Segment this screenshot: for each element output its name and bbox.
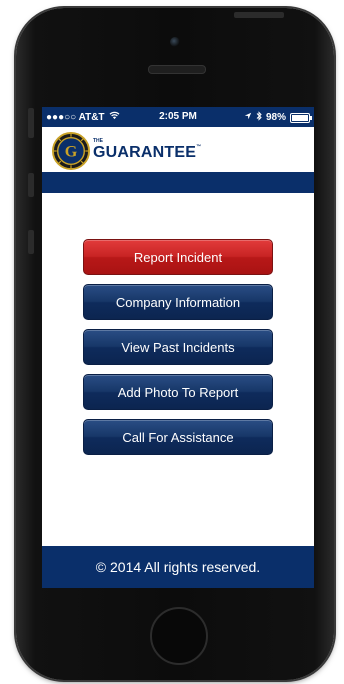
- location-arrow-icon: [244, 112, 252, 123]
- sleep-button[interactable]: [234, 12, 284, 18]
- bluetooth-icon: [256, 111, 262, 124]
- volume-down-button[interactable]: [28, 230, 34, 254]
- main-menu: Report Incident Company Information View…: [83, 239, 273, 464]
- report-incident-button[interactable]: Report Incident: [83, 239, 273, 275]
- company-information-button[interactable]: Company Information: [83, 284, 273, 320]
- header-band: [42, 172, 314, 193]
- battery-percent: 98%: [265, 112, 286, 123]
- battery-icon: [290, 112, 312, 123]
- brand-text: GUARANTEE: [93, 144, 197, 161]
- battery-level: [292, 114, 308, 121]
- app-header: G THE GUARANTEE™: [42, 127, 314, 172]
- front-camera: [170, 37, 180, 47]
- guarantee-logo: G: [52, 132, 90, 170]
- copyright-footer: © 2014 All rights reserved.: [42, 546, 314, 588]
- app-screen: ●●●○○ AT&T 2:05 PM 98% G THE GUARANTEE™ …: [42, 107, 314, 588]
- home-button[interactable]: [150, 607, 208, 665]
- brand-name: GUARANTEE™: [93, 144, 201, 162]
- add-photo-to-report-button[interactable]: Add Photo To Report: [83, 374, 273, 410]
- mute-switch[interactable]: [28, 108, 34, 138]
- trademark-mark: ™: [196, 144, 202, 150]
- svg-text:G: G: [65, 144, 78, 161]
- view-past-incidents-button[interactable]: View Past Incidents: [83, 329, 273, 365]
- volume-up-button[interactable]: [28, 173, 34, 197]
- status-bar: ●●●○○ AT&T 2:05 PM 98%: [42, 107, 314, 127]
- call-for-assistance-button[interactable]: Call For Assistance: [83, 419, 273, 455]
- earpiece-speaker: [148, 65, 206, 74]
